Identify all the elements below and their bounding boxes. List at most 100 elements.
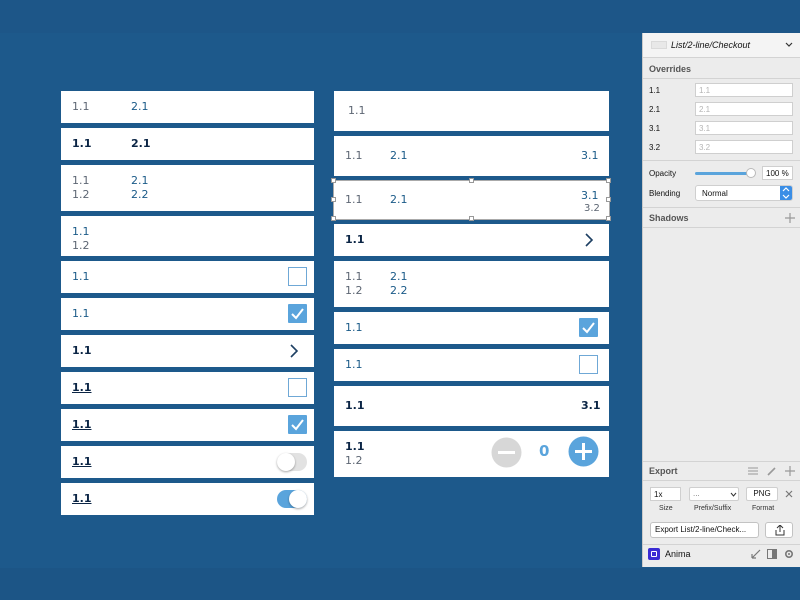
minus-icon[interactable]	[491, 437, 522, 468]
export-prefix-caption: Prefix/Suffix	[694, 505, 732, 512]
plugin-name: Anima	[665, 549, 691, 559]
item-subtext-primary: 1.2	[345, 284, 363, 297]
checkbox-checked[interactable]	[288, 415, 307, 434]
override-field[interactable]: 3.1	[695, 121, 793, 135]
list-item[interactable]: 1.1 3.1	[334, 386, 609, 426]
list-item[interactable]: 1.1	[61, 446, 314, 478]
opacity-value-field[interactable]: 100 %	[762, 166, 793, 180]
resize-handle[interactable]	[331, 197, 336, 202]
blending-select[interactable]: Normal	[695, 185, 793, 201]
settings-icon[interactable]	[748, 466, 758, 476]
add-shadow-icon[interactable]	[785, 213, 795, 223]
symbol-header[interactable]: List/2-line/Checkout	[643, 33, 800, 57]
plus-icon[interactable]	[568, 436, 599, 467]
list-item[interactable]: 1.1 2.1	[61, 128, 314, 160]
item-text-primary: 1.1	[72, 344, 92, 357]
resize-handle[interactable]	[606, 178, 611, 183]
list-item[interactable]: 1.1	[61, 409, 314, 441]
list-item[interactable]: 1.1	[61, 298, 314, 330]
checkbox-unchecked[interactable]	[579, 355, 598, 374]
resize-handle[interactable]	[469, 216, 474, 221]
list-item[interactable]: 1.1	[334, 91, 609, 131]
list-item[interactable]: 1.1	[61, 261, 314, 293]
item-subtext-secondary: 2.2	[131, 188, 149, 201]
item-subtext-primary: 1.2	[72, 239, 90, 252]
checkbox-unchecked[interactable]	[288, 267, 307, 286]
opacity-slider[interactable]	[695, 172, 751, 175]
section-title-shadows: Shadows	[649, 213, 689, 223]
chevron-down-icon	[730, 492, 737, 497]
list-item[interactable]: 1.1	[334, 312, 609, 344]
resize-handle[interactable]	[606, 197, 611, 202]
toggle-knob	[277, 453, 295, 471]
item-text-secondary: 2.1	[390, 193, 408, 206]
toggle-knob	[289, 490, 307, 508]
list-item[interactable]: 1.1	[61, 372, 314, 404]
item-text-primary: 1.1	[345, 270, 363, 283]
resize-handle[interactable]	[331, 178, 336, 183]
export-size-caption: Size	[659, 505, 673, 512]
override-label: 2.1	[649, 105, 661, 114]
list-item[interactable]: 1.1 2.1	[61, 91, 314, 123]
toggle-off[interactable]	[277, 453, 307, 471]
resize-handle[interactable]	[606, 216, 611, 221]
list-item[interactable]: 1.1	[334, 224, 609, 256]
resize-handle[interactable]	[469, 178, 474, 183]
item-subtext-primary: 1.2	[72, 188, 90, 201]
list-item-selected[interactable]: 1.1 2.1 3.1 3.2	[333, 180, 610, 220]
item-text-primary: 1.1	[72, 270, 90, 283]
chevron-down-icon	[785, 42, 793, 47]
item-link-text[interactable]: 1.1	[72, 419, 92, 431]
list-item[interactable]: 1.1 1.2	[61, 216, 314, 256]
list-item[interactable]: 1.1	[61, 335, 314, 367]
item-text-secondary: 2.1	[131, 174, 149, 187]
chevron-right-icon	[585, 233, 594, 247]
divider	[643, 57, 800, 58]
list-item[interactable]: 1.1	[334, 349, 609, 381]
list-item[interactable]: 1.1 2.1 3.1	[334, 136, 609, 176]
list-item[interactable]: 1.1 2.1 1.2 2.2	[334, 261, 609, 307]
list-item[interactable]: 1.1 2.1 1.2 2.2	[61, 165, 314, 211]
list-item-stepper[interactable]: 1.1 1.2 0	[334, 431, 609, 477]
section-title-export: Export	[649, 466, 678, 476]
export-format-select[interactable]: PNG	[746, 487, 778, 501]
export-prefix-value: ...	[693, 489, 700, 498]
export-prefix-select[interactable]: ...	[689, 487, 739, 501]
share-button[interactable]	[765, 522, 793, 538]
checkbox-checked[interactable]	[288, 304, 307, 323]
checkbox-checked[interactable]	[579, 318, 598, 337]
gear-icon[interactable]	[784, 549, 794, 559]
export-format-caption: Format	[752, 505, 775, 512]
override-label: 3.2	[649, 143, 661, 152]
item-link-text[interactable]: 1.1	[72, 456, 92, 468]
item-link-text[interactable]: 1.1	[72, 382, 92, 394]
item-text-trailing: 3.1	[581, 399, 601, 412]
close-icon[interactable]	[785, 490, 793, 498]
resize-handle[interactable]	[331, 216, 336, 221]
list-item[interactable]: 1.1	[61, 483, 314, 515]
bottom-band	[0, 568, 800, 600]
opacity-slider-knob[interactable]	[746, 168, 756, 178]
layout-icon[interactable]	[767, 549, 777, 559]
item-text-primary: 1.1	[345, 399, 365, 412]
add-export-icon[interactable]	[785, 466, 795, 476]
export-size-field[interactable]: 1x	[650, 487, 681, 501]
checkmark-icon	[582, 322, 595, 334]
collapse-icon[interactable]	[751, 549, 761, 559]
item-text-trailing: 3.1	[581, 189, 599, 202]
quantity-value: 0	[539, 442, 550, 460]
toggle-on[interactable]	[277, 490, 307, 508]
item-subtext-primary: 1.2	[345, 454, 363, 467]
item-link-text[interactable]: 1.1	[72, 493, 92, 505]
item-text-secondary: 2.1	[390, 270, 408, 283]
item-text-primary: 1.1	[345, 440, 365, 453]
pencil-icon[interactable]	[767, 466, 777, 476]
override-field[interactable]: 3.2	[695, 140, 793, 154]
checkmark-icon	[291, 419, 304, 431]
checkbox-unchecked[interactable]	[288, 378, 307, 397]
divider	[643, 544, 800, 545]
override-field[interactable]: 2.1	[695, 102, 793, 116]
select-arrows-icon	[780, 186, 792, 200]
override-field[interactable]: 1.1	[695, 83, 793, 97]
export-button[interactable]: Export List/2-line/Check...	[650, 522, 759, 538]
